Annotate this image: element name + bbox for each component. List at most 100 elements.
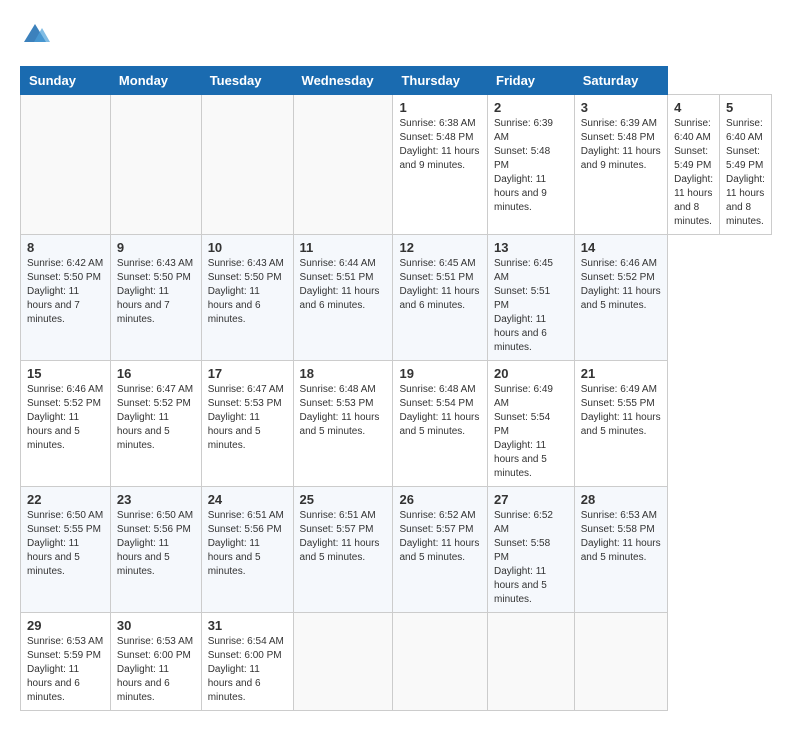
calendar-table: SundayMondayTuesdayWednesdayThursdayFrid… — [20, 66, 772, 711]
calendar-day-cell: 27 Sunrise: 6:52 AM Sunset: 5:58 PM Dayl… — [488, 487, 575, 613]
calendar-day-cell: 10 Sunrise: 6:43 AM Sunset: 5:50 PM Dayl… — [201, 235, 293, 361]
empty-cell — [110, 95, 201, 235]
day-info: Sunrise: 6:39 AM Sunset: 5:48 PM Dayligh… — [494, 117, 568, 215]
calendar-week-row: 8 Sunrise: 6:42 AM Sunset: 5:50 PM Dayli… — [21, 235, 772, 361]
day-number: 19 — [399, 366, 481, 381]
weekday-header: Sunday — [21, 67, 111, 95]
day-number: 18 — [300, 366, 387, 381]
day-number: 20 — [494, 366, 568, 381]
weekday-header: Wednesday — [293, 67, 393, 95]
day-number: 9 — [117, 240, 195, 255]
calendar-week-row: 22 Sunrise: 6:50 AM Sunset: 5:55 PM Dayl… — [21, 487, 772, 613]
day-info: Sunrise: 6:43 AM Sunset: 5:50 PM Dayligh… — [117, 257, 195, 327]
day-info: Sunrise: 6:51 AM Sunset: 5:57 PM Dayligh… — [300, 509, 387, 565]
calendar-day-cell: 22 Sunrise: 6:50 AM Sunset: 5:55 PM Dayl… — [21, 487, 111, 613]
day-info: Sunrise: 6:39 AM Sunset: 5:48 PM Dayligh… — [581, 117, 661, 173]
page-header — [20, 20, 772, 50]
weekday-header: Saturday — [574, 67, 667, 95]
day-number: 14 — [581, 240, 661, 255]
logo — [20, 20, 54, 50]
day-info: Sunrise: 6:50 AM Sunset: 5:55 PM Dayligh… — [27, 509, 104, 579]
day-number: 10 — [208, 240, 287, 255]
calendar-day-cell: 1 Sunrise: 6:38 AM Sunset: 5:48 PM Dayli… — [393, 95, 488, 235]
calendar-day-cell: 20 Sunrise: 6:49 AM Sunset: 5:54 PM Dayl… — [488, 361, 575, 487]
calendar-day-cell: 19 Sunrise: 6:48 AM Sunset: 5:54 PM Dayl… — [393, 361, 488, 487]
day-number: 2 — [494, 100, 568, 115]
day-info: Sunrise: 6:54 AM Sunset: 6:00 PM Dayligh… — [208, 635, 287, 705]
day-number: 25 — [300, 492, 387, 507]
day-info: Sunrise: 6:51 AM Sunset: 5:56 PM Dayligh… — [208, 509, 287, 579]
calendar-week-row: 1 Sunrise: 6:38 AM Sunset: 5:48 PM Dayli… — [21, 95, 772, 235]
day-number: 31 — [208, 618, 287, 633]
day-number: 1 — [399, 100, 481, 115]
day-number: 12 — [399, 240, 481, 255]
day-number: 22 — [27, 492, 104, 507]
day-number: 29 — [27, 618, 104, 633]
calendar-day-cell: 31 Sunrise: 6:54 AM Sunset: 6:00 PM Dayl… — [201, 613, 293, 711]
day-number: 17 — [208, 366, 287, 381]
calendar-day-cell: 2 Sunrise: 6:39 AM Sunset: 5:48 PM Dayli… — [488, 95, 575, 235]
empty-cell — [488, 613, 575, 711]
day-info: Sunrise: 6:53 AM Sunset: 6:00 PM Dayligh… — [117, 635, 195, 705]
day-number: 30 — [117, 618, 195, 633]
day-number: 13 — [494, 240, 568, 255]
day-info: Sunrise: 6:38 AM Sunset: 5:48 PM Dayligh… — [399, 117, 481, 173]
calendar-day-cell: 29 Sunrise: 6:53 AM Sunset: 5:59 PM Dayl… — [21, 613, 111, 711]
weekday-header: Friday — [488, 67, 575, 95]
day-number: 5 — [726, 100, 765, 115]
empty-cell — [393, 613, 488, 711]
empty-cell — [574, 613, 667, 711]
day-info: Sunrise: 6:45 AM Sunset: 5:51 PM Dayligh… — [494, 257, 568, 355]
day-info: Sunrise: 6:53 AM Sunset: 5:59 PM Dayligh… — [27, 635, 104, 705]
day-info: Sunrise: 6:45 AM Sunset: 5:51 PM Dayligh… — [399, 257, 481, 313]
calendar-day-cell: 12 Sunrise: 6:45 AM Sunset: 5:51 PM Dayl… — [393, 235, 488, 361]
day-info: Sunrise: 6:47 AM Sunset: 5:53 PM Dayligh… — [208, 383, 287, 453]
day-number: 23 — [117, 492, 195, 507]
day-number: 4 — [674, 100, 713, 115]
day-info: Sunrise: 6:48 AM Sunset: 5:53 PM Dayligh… — [300, 383, 387, 439]
calendar-week-row: 29 Sunrise: 6:53 AM Sunset: 5:59 PM Dayl… — [21, 613, 772, 711]
day-info: Sunrise: 6:42 AM Sunset: 5:50 PM Dayligh… — [27, 257, 104, 327]
day-info: Sunrise: 6:46 AM Sunset: 5:52 PM Dayligh… — [581, 257, 661, 313]
day-number: 16 — [117, 366, 195, 381]
calendar-day-cell: 26 Sunrise: 6:52 AM Sunset: 5:57 PM Dayl… — [393, 487, 488, 613]
day-info: Sunrise: 6:43 AM Sunset: 5:50 PM Dayligh… — [208, 257, 287, 327]
calendar-day-cell: 3 Sunrise: 6:39 AM Sunset: 5:48 PM Dayli… — [574, 95, 667, 235]
weekday-header: Tuesday — [201, 67, 293, 95]
weekday-header: Monday — [110, 67, 201, 95]
calendar-day-cell: 14 Sunrise: 6:46 AM Sunset: 5:52 PM Dayl… — [574, 235, 667, 361]
empty-cell — [201, 95, 293, 235]
calendar-day-cell: 17 Sunrise: 6:47 AM Sunset: 5:53 PM Dayl… — [201, 361, 293, 487]
calendar-day-cell: 4 Sunrise: 6:40 AM Sunset: 5:49 PM Dayli… — [668, 95, 720, 235]
day-number: 3 — [581, 100, 661, 115]
calendar-day-cell: 30 Sunrise: 6:53 AM Sunset: 6:00 PM Dayl… — [110, 613, 201, 711]
day-info: Sunrise: 6:52 AM Sunset: 5:58 PM Dayligh… — [494, 509, 568, 607]
day-info: Sunrise: 6:40 AM Sunset: 5:49 PM Dayligh… — [726, 117, 765, 229]
empty-cell — [21, 95, 111, 235]
day-info: Sunrise: 6:49 AM Sunset: 5:54 PM Dayligh… — [494, 383, 568, 481]
day-number: 8 — [27, 240, 104, 255]
empty-cell — [293, 613, 393, 711]
day-info: Sunrise: 6:46 AM Sunset: 5:52 PM Dayligh… — [27, 383, 104, 453]
day-info: Sunrise: 6:48 AM Sunset: 5:54 PM Dayligh… — [399, 383, 481, 439]
calendar-day-cell: 21 Sunrise: 6:49 AM Sunset: 5:55 PM Dayl… — [574, 361, 667, 487]
day-info: Sunrise: 6:52 AM Sunset: 5:57 PM Dayligh… — [399, 509, 481, 565]
empty-cell — [293, 95, 393, 235]
calendar-day-cell: 25 Sunrise: 6:51 AM Sunset: 5:57 PM Dayl… — [293, 487, 393, 613]
calendar-day-cell: 15 Sunrise: 6:46 AM Sunset: 5:52 PM Dayl… — [21, 361, 111, 487]
day-number: 24 — [208, 492, 287, 507]
day-number: 26 — [399, 492, 481, 507]
day-number: 11 — [300, 240, 387, 255]
calendar-week-row: 15 Sunrise: 6:46 AM Sunset: 5:52 PM Dayl… — [21, 361, 772, 487]
weekday-header: Thursday — [393, 67, 488, 95]
calendar-day-cell: 23 Sunrise: 6:50 AM Sunset: 5:56 PM Dayl… — [110, 487, 201, 613]
calendar-header-row: SundayMondayTuesdayWednesdayThursdayFrid… — [21, 67, 772, 95]
day-info: Sunrise: 6:53 AM Sunset: 5:58 PM Dayligh… — [581, 509, 661, 565]
calendar-day-cell: 13 Sunrise: 6:45 AM Sunset: 5:51 PM Dayl… — [488, 235, 575, 361]
calendar-day-cell: 11 Sunrise: 6:44 AM Sunset: 5:51 PM Dayl… — [293, 235, 393, 361]
logo-icon — [20, 20, 50, 50]
calendar-day-cell: 8 Sunrise: 6:42 AM Sunset: 5:50 PM Dayli… — [21, 235, 111, 361]
calendar-day-cell: 5 Sunrise: 6:40 AM Sunset: 5:49 PM Dayli… — [720, 95, 772, 235]
calendar-day-cell: 16 Sunrise: 6:47 AM Sunset: 5:52 PM Dayl… — [110, 361, 201, 487]
day-info: Sunrise: 6:50 AM Sunset: 5:56 PM Dayligh… — [117, 509, 195, 579]
